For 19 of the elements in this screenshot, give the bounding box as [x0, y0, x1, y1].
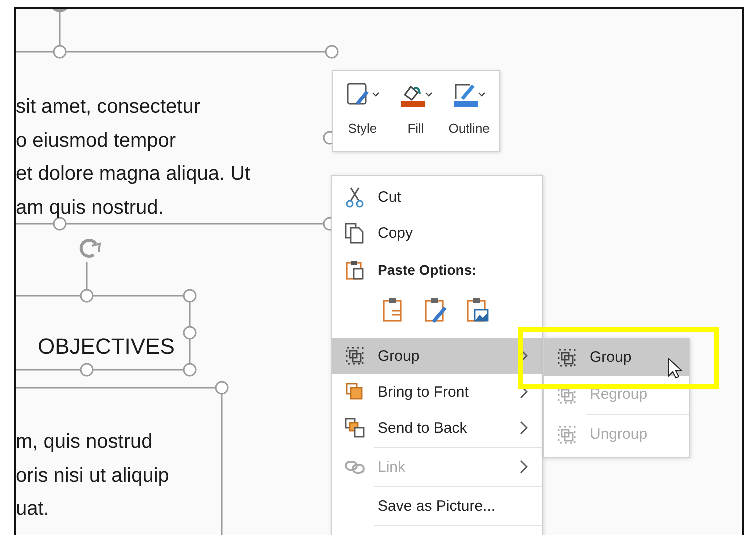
slide-text-line: et dolore magna aliqua. Ut: [16, 162, 251, 187]
slide-text-line: o eiusmod tempor: [16, 128, 178, 154]
outline-button[interactable]: Outline: [444, 77, 495, 145]
menu-item[interactable]: Group: [332, 338, 542, 374]
slide-text-line: sit amet, consectetur: [16, 95, 202, 120]
menu-item[interactable]: Send to Back: [332, 410, 542, 446]
style-button[interactable]: Style: [337, 77, 388, 145]
menu-item[interactable]: Bring to Front: [332, 374, 542, 410]
menu-item[interactable]: Copy: [332, 215, 542, 251]
slide-text-line: m, quis nostrud: [16, 430, 154, 455]
paste-options-heading: Paste Options:: [378, 262, 477, 278]
menu-item[interactable]: Save as Picture...: [332, 488, 542, 524]
menu-item[interactable]: Cut: [332, 179, 542, 215]
slide-text-line: uat.: [16, 497, 50, 522]
slide-title: OBJECTIVES: [38, 334, 175, 360]
slide-text-line: oris nisi ut aliquip: [16, 464, 170, 488]
menu-item[interactable]: Group: [544, 339, 689, 376]
fill-button[interactable]: Fill: [390, 77, 442, 145]
slide-text-line: am quis nostrud.: [16, 196, 165, 220]
